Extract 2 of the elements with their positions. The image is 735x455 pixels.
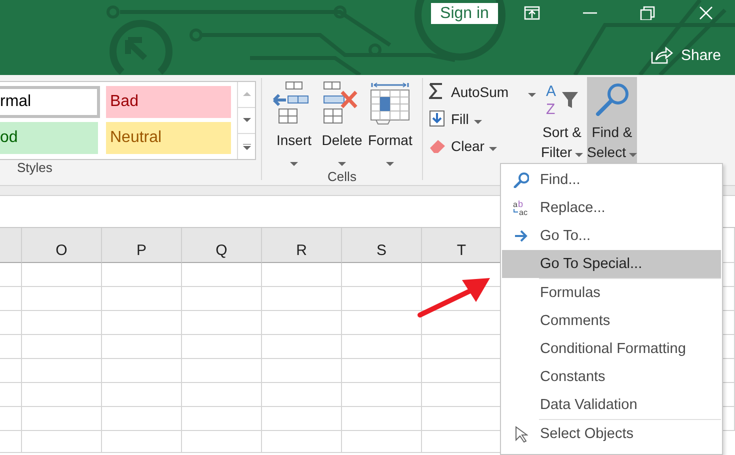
group-label: Cells — [326, 169, 358, 184]
group-label: Styles — [16, 160, 54, 177]
